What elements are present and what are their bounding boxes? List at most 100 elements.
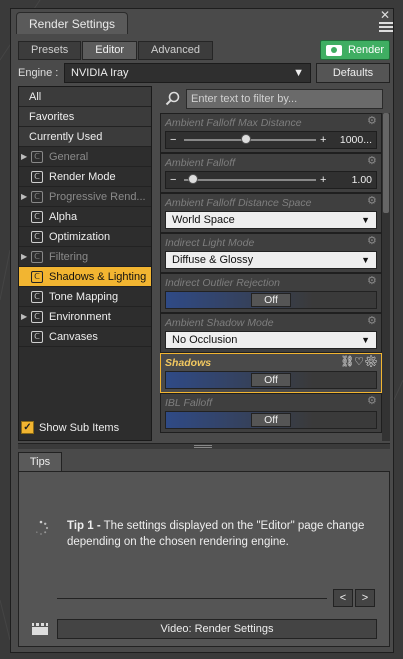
- property-label: Shadows: [165, 357, 212, 369]
- category-icon: ᑕ: [31, 290, 43, 303]
- tab-presets[interactable]: Presets: [18, 40, 82, 60]
- editor-tabs: Presets Editor Advanced Render: [18, 40, 390, 60]
- property-ambient-falloff: Ambient Falloff ⚙ − +1.00: [160, 153, 382, 193]
- gear-icon[interactable]: ⚙: [367, 156, 378, 167]
- render-button-label: Render: [347, 44, 385, 56]
- slider-knob[interactable]: [188, 174, 199, 184]
- list-item-favorites[interactable]: Favorites: [19, 107, 151, 127]
- tip-prev-button[interactable]: <: [333, 589, 353, 607]
- category-icon: ᑕ: [31, 230, 43, 243]
- increment-icon[interactable]: +: [320, 174, 330, 186]
- chevron-down-icon: ▼: [361, 255, 370, 265]
- sidebar-item-label: Filtering: [49, 250, 89, 263]
- sidebar-item-canvases[interactable]: ᑕ Canvases: [19, 327, 151, 347]
- tab-editor[interactable]: Editor: [82, 40, 138, 60]
- property-label: Indirect Outlier Rejection: [165, 277, 280, 289]
- show-sub-items[interactable]: ✓ Show Sub Items: [21, 421, 119, 434]
- tab-tips[interactable]: Tips: [18, 452, 62, 471]
- property-slider[interactable]: − +1000...: [165, 131, 377, 149]
- list-item-currently-used[interactable]: Currently Used: [19, 127, 151, 147]
- pane-splitter[interactable]: [18, 443, 390, 449]
- sidebar-item-alpha[interactable]: ᑕ Alpha: [19, 207, 151, 227]
- property-actions[interactable]: ⛓♡⚙: [340, 355, 378, 368]
- sidebar-item-progressive-rend[interactable]: ▶ ᑕ Progressive Rend...: [19, 187, 151, 207]
- category-icon: ᑕ: [31, 250, 43, 263]
- property-slider[interactable]: − +1.00: [165, 171, 377, 189]
- expand-arrow-icon[interactable]: ▶: [21, 252, 31, 261]
- sidebar-item-general[interactable]: ▶ ᑕ General: [19, 147, 151, 167]
- category-icon: ᑕ: [31, 190, 43, 203]
- filter-input[interactable]: [186, 89, 383, 109]
- property-label: Ambient Falloff Distance Space: [165, 197, 312, 209]
- gear-icon[interactable]: ⚙: [367, 236, 378, 247]
- chevron-down-icon: ▼: [293, 67, 304, 79]
- property-indirect-light-mode: Indirect Light Mode ⚙ Diffuse & Glossy ▼: [160, 233, 382, 273]
- panel-title-tab[interactable]: Render Settings: [16, 12, 129, 34]
- property-dropdown[interactable]: Diffuse & Glossy ▼: [165, 251, 377, 269]
- sidebar-item-label: Environment: [49, 310, 111, 323]
- property-toggle[interactable]: Off: [165, 371, 377, 389]
- render-button[interactable]: Render: [320, 40, 390, 60]
- sidebar-item-label: Progressive Rend...: [49, 190, 146, 203]
- expand-arrow-icon[interactable]: ▶: [21, 152, 31, 161]
- property-shadows: Shadows ⛓♡⚙ Off: [160, 353, 382, 393]
- property-indirect-outlier-rejection: Indirect Outlier Rejection ⚙ Off: [160, 273, 382, 313]
- search-icon[interactable]: [160, 88, 186, 110]
- expand-arrow-icon[interactable]: ▶: [21, 192, 31, 201]
- gear-icon[interactable]: ⚙: [367, 396, 378, 407]
- category-list: All Favorites Currently Used ▶ ᑕ General ᑕ R…: [18, 86, 152, 441]
- gear-icon[interactable]: ⚙: [367, 316, 378, 327]
- sidebar-item-label: Render Mode: [49, 170, 116, 183]
- panel-menu-icon[interactable]: [379, 22, 393, 34]
- sidebar-item-shadows-lighting[interactable]: ᑕ Shadows & Lighting: [19, 267, 151, 287]
- category-icon: ᑕ: [31, 150, 43, 163]
- gear-icon[interactable]: ⚙: [367, 196, 378, 207]
- decrement-icon[interactable]: −: [170, 174, 180, 186]
- property-label: IBL Falloff: [165, 397, 213, 409]
- filter-row: [160, 88, 389, 110]
- property-toggle[interactable]: Off: [165, 411, 377, 429]
- dropdown-value: No Occlusion: [172, 334, 238, 346]
- slider-knob[interactable]: [241, 134, 252, 144]
- property-ambient-falloff-distance-space: Ambient Falloff Distance Space ⚙ World Spa…: [160, 193, 382, 233]
- close-icon[interactable]: ✕: [379, 9, 391, 21]
- video-render-settings-button[interactable]: Video: Render Settings: [57, 619, 377, 639]
- chevron-down-icon: ▼: [361, 335, 370, 345]
- slider-track[interactable]: [184, 174, 316, 184]
- engine-label: Engine :: [18, 67, 59, 79]
- category-icon: ᑕ: [31, 270, 43, 283]
- sidebar-item-tone-mapping[interactable]: ᑕ Tone Mapping: [19, 287, 151, 307]
- increment-icon[interactable]: +: [320, 134, 330, 146]
- sidebar-item-label: Tone Mapping: [49, 290, 119, 303]
- defaults-button[interactable]: Defaults: [316, 63, 390, 83]
- property-scrollbar[interactable]: [382, 113, 390, 441]
- gear-icon[interactable]: ⚙: [367, 116, 378, 127]
- sidebar-item-environment[interactable]: ▶ ᑕ Environment: [19, 307, 151, 327]
- slider-value[interactable]: 1000...: [330, 134, 372, 146]
- toggle-value[interactable]: Off: [251, 373, 291, 387]
- sidebar-item-label: Alpha: [49, 210, 78, 223]
- property-dropdown[interactable]: World Space ▼: [165, 211, 377, 229]
- sidebar-item-filtering[interactable]: ▶ ᑕ Filtering: [19, 247, 151, 267]
- property-toggle[interactable]: Off: [165, 291, 377, 309]
- slider-value[interactable]: 1.00: [330, 174, 372, 186]
- tab-advanced[interactable]: Advanced: [138, 40, 213, 60]
- gear-icon[interactable]: ⚙: [367, 276, 378, 287]
- toggle-value[interactable]: Off: [251, 413, 291, 427]
- sidebar-item-render-mode[interactable]: ᑕ Render Mode: [19, 167, 151, 187]
- toggle-value[interactable]: Off: [251, 293, 291, 307]
- decrement-icon[interactable]: −: [170, 134, 180, 146]
- show-sub-items-checkbox[interactable]: ✓: [21, 421, 34, 434]
- sidebar-item-optimization[interactable]: ᑕ Optimization: [19, 227, 151, 247]
- engine-select[interactable]: NVIDIA Iray ▼: [64, 63, 311, 83]
- tip-next-button[interactable]: >: [355, 589, 375, 607]
- property-label: Indirect Light Mode: [165, 237, 255, 249]
- loading-spinner-icon: [36, 520, 49, 535]
- property-dropdown[interactable]: No Occlusion ▼: [165, 331, 377, 349]
- expand-arrow-icon[interactable]: ▶: [21, 312, 31, 321]
- list-item-all[interactable]: All: [19, 87, 151, 107]
- sidebar-item-label: Optimization: [49, 230, 111, 243]
- engine-value: NVIDIA Iray: [71, 67, 129, 79]
- slider-track[interactable]: [184, 134, 316, 144]
- show-sub-items-label: Show Sub Items: [39, 421, 120, 434]
